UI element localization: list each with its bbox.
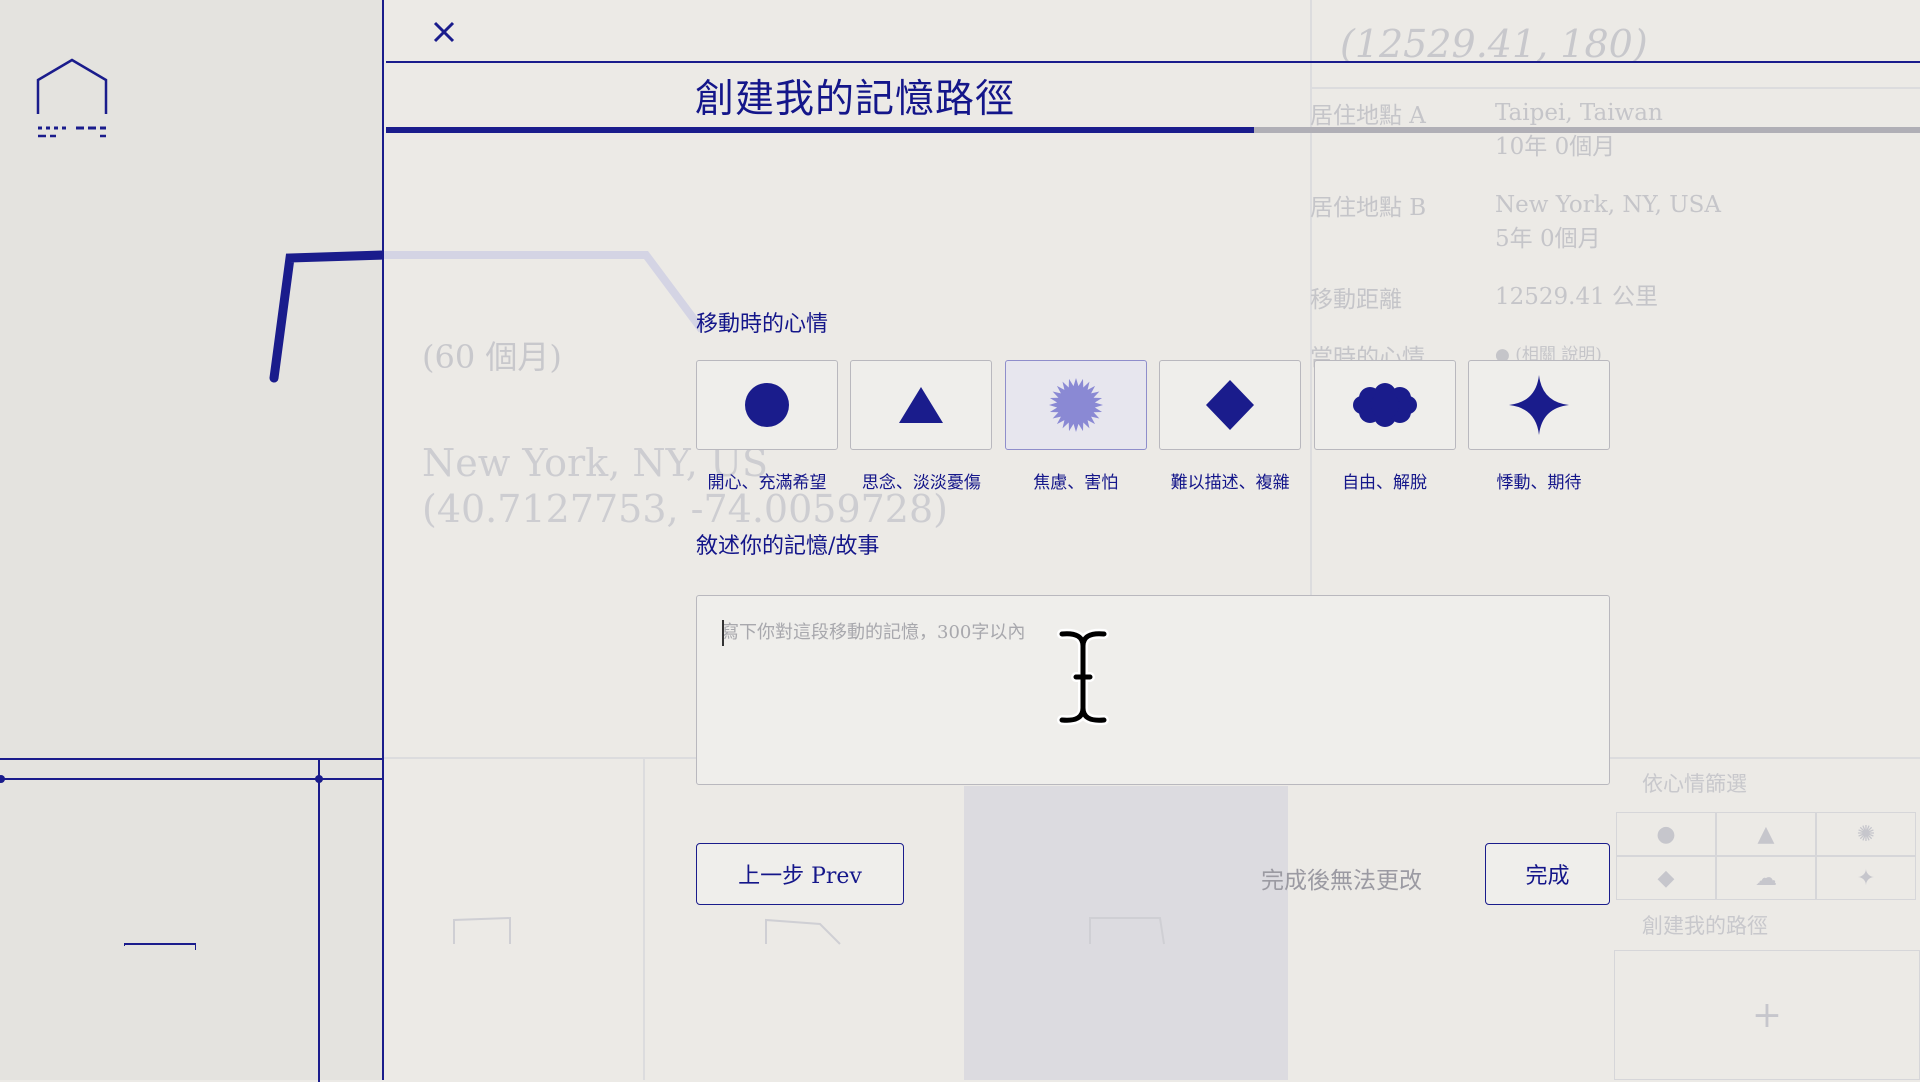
circle-icon: [745, 383, 789, 427]
home-logo-icon[interactable]: [36, 58, 108, 142]
mood-option-box[interactable]: [1313, 360, 1456, 450]
mood-option-label: 思念、淡淡憂傷: [861, 473, 981, 493]
sparkle-icon: [1508, 375, 1569, 435]
left-map-panel: [0, 0, 384, 1082]
diamond-icon: [1206, 380, 1255, 430]
mood-option-complex[interactable]: 難以描述、複雜: [1159, 360, 1302, 494]
story-textarea[interactable]: [697, 596, 1609, 784]
page-title: 創建我的記憶路徑: [695, 77, 1016, 122]
ghost-months: (60 個月): [422, 338, 562, 376]
prev-button[interactable]: 上一步 Prev: [696, 843, 904, 905]
text-caret: [722, 620, 724, 646]
ghost-info-row: 居住地點 B New York, NY, USA 5年 0個月: [1310, 192, 1722, 252]
locked-note: 完成後無法更改: [1261, 868, 1422, 894]
mood-option-free[interactable]: 自由、解脫: [1313, 360, 1456, 494]
mood-option-box[interactable]: [1467, 360, 1610, 450]
ghost-info-row: 移動距離 12529.41 公里: [1310, 284, 1659, 313]
story-section-label: 敘述你的記憶/故事: [696, 534, 880, 559]
story-textarea-box[interactable]: [696, 595, 1610, 785]
mood-option-anxious[interactable]: 焦慮、害怕: [1004, 360, 1147, 494]
mood-option-longing[interactable]: 思念、淡淡憂傷: [850, 360, 993, 494]
cloud-icon: [1352, 383, 1417, 427]
mood-option-excited[interactable]: 悸動、期待: [1467, 360, 1610, 494]
mood-option-box[interactable]: [696, 360, 838, 450]
mood-section-label: 移動時的心情: [696, 312, 829, 337]
ghost-highlight-block: [964, 786, 1288, 1080]
left-lower-grid: [0, 758, 384, 1082]
triangle-icon: [899, 387, 944, 423]
mood-option-box[interactable]: [1004, 360, 1147, 450]
mood-option-label: 開心、充滿希望: [707, 473, 827, 493]
mood-options: 開心、充滿希望 思念、淡淡憂傷 焦慮、害怕 難以描述、複雜 自由、解脫 悸動、期…: [696, 360, 1610, 494]
mood-option-box[interactable]: [850, 360, 993, 450]
mood-option-label: 悸動、期待: [1496, 473, 1582, 493]
mood-option-happy[interactable]: 開心、充滿希望: [696, 360, 838, 494]
mood-option-label: 自由、解脫: [1342, 473, 1428, 493]
ghost-coordinate: (12529.41, 180): [1340, 22, 1648, 66]
ghost-filter-grid: 依心情篩選 ● ▲ ✺ ◆ ☁ ✦ 創建我的路徑 +: [1614, 760, 1920, 1080]
mood-option-label: 焦慮、害怕: [1033, 473, 1119, 493]
ghost-info-table: 居住地點 A Taipei, Taiwan 10年 0個月 居住地點 B New …: [1310, 96, 1920, 396]
header-divider: [386, 61, 1920, 63]
close-icon[interactable]: [426, 14, 462, 50]
done-button[interactable]: 完成: [1485, 843, 1610, 905]
starburst-icon: [1048, 378, 1103, 432]
progress-fill: [386, 127, 1255, 133]
mood-option-label: 難以描述、複雜: [1170, 473, 1290, 493]
mood-option-box[interactable]: [1159, 360, 1302, 450]
progress-bar: [386, 127, 1920, 133]
route-segment-icon: [124, 943, 196, 950]
